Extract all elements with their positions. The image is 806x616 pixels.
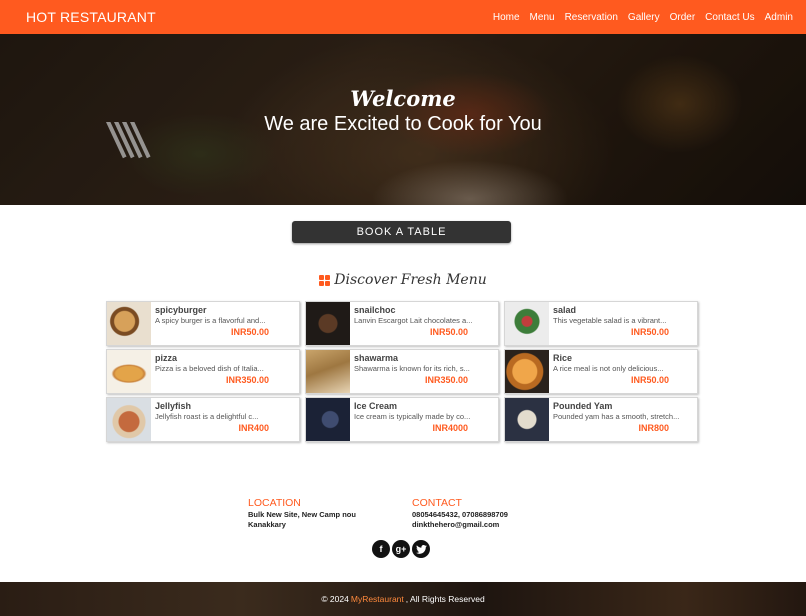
menu-item-card[interactable]: Ice Cream Ice cream is typically made by … [305,397,499,442]
contact-section: CONTACT 08054645432, 07086898709 dinkthe… [412,497,552,529]
nav-gallery[interactable]: Gallery [623,12,665,23]
facebook-icon[interactable]: f [372,540,390,558]
menu-item-card[interactable]: Rice A rice meal is not only delicious...… [504,349,698,394]
copyright-brand-link[interactable]: MyRestaurant [351,594,404,604]
item-description: This vegetable salad is a vibrant... [553,316,667,325]
item-price: INR50.00 [429,327,468,337]
menu-item-card[interactable]: shawarma Shawarma is known for its rich, … [305,349,499,394]
nav-home[interactable]: Home [488,12,525,23]
item-name: Ice Cream [354,401,398,411]
item-price: INR50.00 [630,375,669,385]
item-price: INR50.00 [630,327,669,337]
nav-links: Home Menu Reservation Gallery Order Cont… [488,12,798,23]
copyright-bar: © 2024 MyRestaurant , All Rights Reserve… [0,582,806,616]
hero-text: Welcome We are Excited to Cook for You [0,86,806,136]
book-table-button[interactable]: BOOK A TABLE [292,221,511,243]
nav-reservation[interactable]: Reservation [560,12,623,23]
hero-tagline: We are Excited to Cook for You [264,113,542,135]
item-name: snailchoc [354,305,396,315]
item-price: INR50.00 [230,327,269,337]
item-name: salad [553,305,577,315]
nav-contact-us[interactable]: Contact Us [700,12,759,23]
twitter-icon[interactable] [412,540,430,558]
item-description: Ice cream is typically made by co... [354,412,471,421]
contact-title: CONTACT [412,497,462,509]
contact-phones: 08054645432, 07086898709 [412,510,508,519]
nav-admin[interactable]: Admin [760,12,798,23]
menu-item-card[interactable]: spicyburger A spicy burger is a flavorful… [106,301,300,346]
hero-banner: Welcome We are Excited to Cook for You [0,34,806,205]
brand-logo[interactable]: HOT RESTAURANT [26,9,156,25]
location-title: LOCATION [248,497,301,509]
food-image [107,350,151,393]
item-name: Pounded Yam [553,401,613,411]
food-image [107,398,151,441]
food-image [306,398,350,441]
menu-item-card[interactable]: Pounded Yam Pounded yam has a smooth, str… [504,397,698,442]
contact-email[interactable]: dinkthehero@gmail.com [412,520,552,530]
google-plus-icon[interactable]: g+ [392,540,410,558]
food-image [306,350,350,393]
item-description: Shawarma is known for its rich, s... [354,364,470,373]
item-name: spicyburger [155,305,207,315]
navbar: HOT RESTAURANT Home Menu Reservation Gal… [0,0,806,34]
food-image [306,302,350,345]
item-price: INR350.00 [424,375,468,385]
item-name: Jellyfish [155,401,192,411]
copyright-suffix: , All Rights Reserved [405,594,485,604]
menu-title: Discover Fresh Menu [334,272,487,288]
food-image [505,398,549,441]
item-description: Pizza is a beloved dish of Italia... [155,364,264,373]
food-image [505,302,549,345]
item-price: INR400 [238,423,269,433]
item-description: Lanvin Escargot Lait chocolates a... [354,316,473,325]
item-price: INR350.00 [225,375,269,385]
nav-menu[interactable]: Menu [525,12,560,23]
grid-icon [319,274,331,286]
hero-welcome: Welcome [350,86,456,111]
item-description: A spicy burger is a flavorful and... [155,316,266,325]
item-description: Jellyfish roast is a delightful c... [155,412,259,421]
item-name: shawarma [354,353,399,363]
item-description: Pounded yam has a smooth, stretch... [553,412,680,421]
item-description: A rice meal is not only delicious... [553,364,664,373]
menu-item-card[interactable]: salad This vegetable salad is a vibrant..… [504,301,698,346]
item-price: INR4000 [432,423,468,433]
item-price: INR800 [638,423,669,433]
location-line-2: Kanakkary [248,519,286,529]
location-line-1: Bulk New Site, New Camp nou [248,510,356,519]
menu-item-card[interactable]: pizza Pizza is a beloved dish of Italia..… [106,349,300,394]
item-name: pizza [155,353,178,363]
location-section: LOCATION Bulk New Site, New Camp nou Kan… [248,497,378,529]
nav-order[interactable]: Order [665,12,701,23]
menu-heading: Discover Fresh Menu [0,272,806,288]
social-links: f g+ [372,540,430,558]
food-image [107,302,151,345]
menu-item-card[interactable]: Jellyfish Jellyfish roast is a delightful… [106,397,300,442]
food-image [505,350,549,393]
menu-grid: spicyburger A spicy burger is a flavorful… [106,301,698,442]
copyright-prefix: © 2024 [321,594,349,604]
menu-item-card[interactable]: snailchoc Lanvin Escargot Lait chocolates… [305,301,499,346]
item-name: Rice [553,353,573,363]
